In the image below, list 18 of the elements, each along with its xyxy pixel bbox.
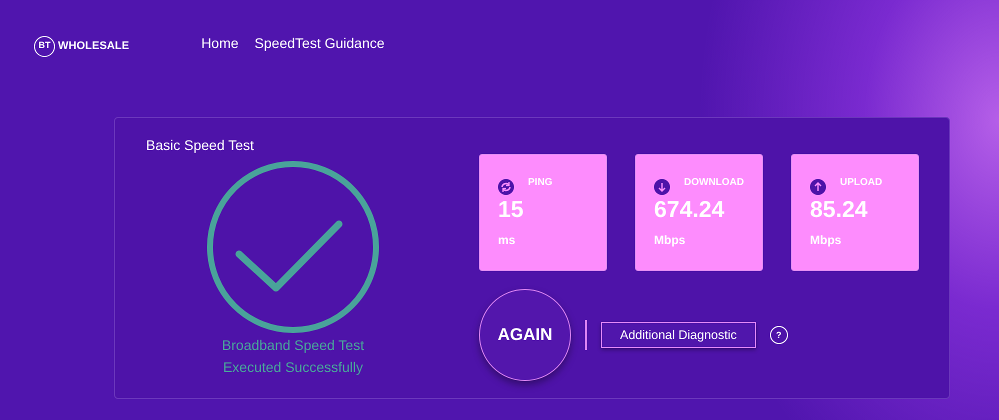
metric-value: 15 — [498, 195, 525, 223]
diagnostic-button[interactable]: Additional Diagnostic — [601, 322, 756, 348]
nav-link[interactable]: SpeedTest Guidance — [254, 33, 385, 54]
panel-title: Basic Speed Test — [146, 136, 255, 155]
nav-link[interactable]: Home — [201, 33, 239, 54]
logo[interactable]: BT WHOLESALE — [34, 36, 130, 56]
help-button[interactable]: ? — [770, 326, 788, 344]
metric-value: 674.24 — [654, 195, 726, 223]
metric-label: UPLOAD — [840, 176, 882, 190]
metric-label: PING — [528, 176, 552, 190]
metric-unit: Mbps — [810, 232, 842, 249]
metric-label: DOWNLOAD — [684, 176, 744, 190]
metric-unit: ms — [498, 232, 516, 249]
refresh-icon — [498, 179, 514, 195]
metric-unit: Mbps — [654, 232, 686, 249]
status-message: Broadband Speed Test Executed Successfully — [222, 336, 364, 377]
again-button[interactable]: AGAIN — [479, 289, 571, 381]
metric-value: 85.24 — [810, 195, 869, 223]
